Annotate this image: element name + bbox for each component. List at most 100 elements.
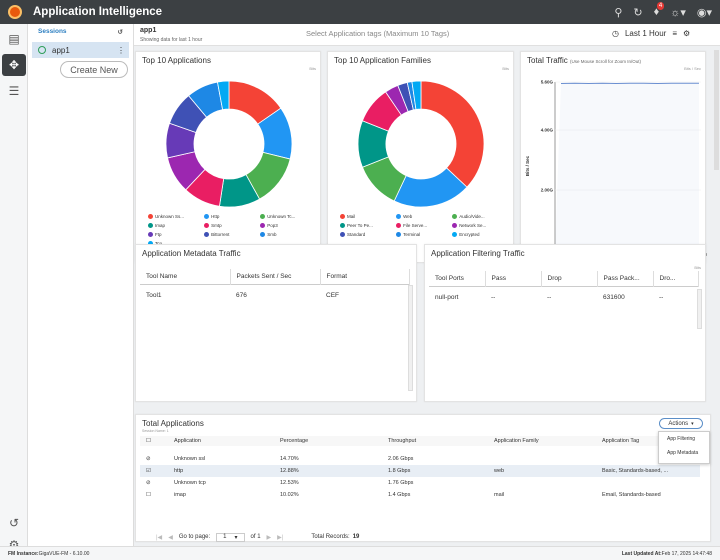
legend-item[interactable]: Unknown Tc... <box>260 212 316 221</box>
filtering-scrollbar[interactable] <box>697 289 702 329</box>
create-new-button[interactable]: Create New <box>60 61 128 78</box>
table-row[interactable]: ⊘ Unknown tcp 12.53% 1.76 Gbps <box>140 477 700 489</box>
sessions-header: Sessions <box>38 28 67 35</box>
history-session-icon[interactable]: ↺ <box>118 28 123 36</box>
legend-item[interactable]: Mail <box>340 212 396 221</box>
y-tick-label: 5.60G <box>541 80 554 85</box>
actions-label: Actions <box>668 420 689 427</box>
top-families-title: Top 10 Application Families <box>334 56 431 65</box>
top-apps-donut[interactable] <box>136 72 322 212</box>
actions-button[interactable]: Actions ▾ <box>659 418 703 429</box>
table-row[interactable]: ☐ imap 10.02% 1.4 Gbps mail Email, Stand… <box>140 489 700 501</box>
page-scrollbar[interactable] <box>714 50 719 170</box>
total-traffic-heading: Total Traffic (Use Mouse Scroll for Zoom… <box>527 56 641 65</box>
row-checkbox[interactable]: ☑ <box>140 465 168 477</box>
legend-item[interactable]: Bittorrent <box>204 230 260 239</box>
legend-item[interactable]: Terminal <box>396 230 452 239</box>
goto-label: Go to page: <box>178 534 211 540</box>
col-packets[interactable]: Packets Sent / Sec <box>230 269 321 285</box>
legend-label: Encrypted <box>459 232 480 237</box>
legend-item[interactable]: Network Se... <box>452 221 508 230</box>
last-page-button[interactable]: ▶| <box>277 534 283 541</box>
row-check-icon[interactable]: ⊘ <box>140 477 168 489</box>
gear-icon[interactable]: ⚙ <box>683 29 690 38</box>
legend-item[interactable]: Audio/Vide... <box>452 212 508 221</box>
top-families-panel: Top 10 Application Families Bits Mail Web… <box>327 51 514 263</box>
col-drop-packets[interactable]: Dro... <box>653 271 699 287</box>
legend-item[interactable]: Smb <box>260 230 316 239</box>
col-pass[interactable]: Pass <box>485 271 542 287</box>
cell-packets: 676 <box>236 292 247 299</box>
legend-item[interactable]: Standard <box>340 230 396 239</box>
col-tool-ports[interactable]: Tool Ports <box>429 271 486 287</box>
metadata-scrollbar[interactable] <box>408 285 413 391</box>
row-check-icon[interactable]: ⊘ <box>140 453 168 465</box>
col-percentage[interactable]: Percentage <box>274 436 382 446</box>
legend-label: Peer To Pe... <box>347 223 373 228</box>
page-value: 1 <box>223 533 227 540</box>
top-families-donut[interactable] <box>328 72 515 212</box>
legend-dot <box>204 232 210 237</box>
user-icon[interactable]: ◉▾ <box>697 6 712 19</box>
prev-page-button[interactable]: ◀ <box>168 534 173 541</box>
metadata-traffic-title: Application Metadata Traffic <box>142 249 241 258</box>
session-item-app1[interactable]: app1 ⋮ <box>32 42 129 58</box>
kebab-menu-icon[interactable]: ⋮ <box>117 46 125 55</box>
col-family[interactable]: Application Family <box>488 436 596 446</box>
row-checkbox[interactable]: ☐ <box>140 489 168 501</box>
legend-item[interactable]: Imap <box>148 221 204 230</box>
legend-item[interactable]: Smtp <box>204 221 260 230</box>
history-icon[interactable]: ↺ <box>2 512 26 534</box>
time-range-select[interactable]: Last 1 Hour <box>625 29 666 38</box>
legend-item[interactable]: Peer To Pe... <box>340 221 396 230</box>
list-icon[interactable]: ☰ <box>2 80 26 102</box>
cell-tool: Tool1 <box>146 292 162 299</box>
legend-item[interactable]: Http <box>204 212 260 221</box>
total-traffic-chart[interactable]: 0.002.00G4.00G5.60G02/17/25 14:2002/17/2… <box>521 72 707 265</box>
cell-thr: 1.8 Gbps <box>382 465 488 477</box>
select-all-checkbox[interactable]: ☐ <box>140 436 168 446</box>
filter-icon[interactable]: ≡ <box>672 29 677 38</box>
next-page-button[interactable]: ▶ <box>267 534 272 541</box>
dashboard-icon[interactable]: ▤ <box>2 28 26 50</box>
legend-dot <box>148 214 153 219</box>
col-throughput[interactable]: Throughput <box>382 436 488 446</box>
legend-dot <box>340 223 345 228</box>
col-pass-packets[interactable]: Pass Pack... <box>597 271 654 287</box>
legend-label: Unknown Tc... <box>267 214 296 219</box>
first-page-button[interactable]: |◀ <box>156 534 162 541</box>
legend-item[interactable]: Encrypted <box>452 230 508 239</box>
legend-item[interactable]: Web <box>396 212 452 221</box>
legend-label: Standard <box>347 232 366 237</box>
legend-item[interactable]: Unknown Ss... <box>148 212 204 221</box>
refresh-icon[interactable]: ↻ <box>633 6 642 19</box>
legend-label: Mail <box>347 214 356 219</box>
donut-slice-0[interactable] <box>420 80 485 188</box>
col-drop[interactable]: Drop <box>541 271 598 287</box>
legend-item[interactable]: Ftp <box>148 230 204 239</box>
table-row[interactable]: null-port -- -- 631600 -- <box>429 286 699 306</box>
theme-icon[interactable]: ☼▾ <box>670 6 686 19</box>
legend-dot <box>452 232 458 237</box>
page-select[interactable]: 1 ▾ <box>216 532 245 542</box>
legend-label: Unknown Ss... <box>155 214 185 219</box>
col-tool-name[interactable]: Tool Name <box>140 269 231 285</box>
cell-tag: Email, Standards-based <box>602 492 661 498</box>
app-intelligence-icon[interactable]: ✥ <box>2 54 26 76</box>
tags-select[interactable]: Select Application tags (Maximum 10 Tags… <box>306 29 449 38</box>
table-row[interactable]: Tool1 676 CEF <box>140 284 410 304</box>
menu-item-app-filtering[interactable]: App Filtering <box>659 432 709 446</box>
col-format[interactable]: Format <box>320 269 410 285</box>
bell-icon[interactable]: ♦ 4 <box>654 2 665 18</box>
top-apps-panel: Top 10 Applications Bits Unknown Ss... Ht… <box>135 51 321 263</box>
legend-item[interactable]: File Serve... <box>396 221 452 230</box>
check-circle-icon <box>38 46 46 54</box>
menu-item-app-metadata[interactable]: App Metadata <box>659 446 709 460</box>
app-subtitle: Showing data for last 1 hour <box>140 37 203 43</box>
search-icon[interactable]: ⚲ <box>614 6 622 19</box>
table-row[interactable]: ⊘ Unknown ssl 14.70% 2.06 Gbps <box>140 453 700 465</box>
legend-item[interactable]: Pop3 <box>260 221 316 230</box>
legend-dot <box>452 214 458 219</box>
table-row[interactable]: ☑ http 12.88% 1.8 Gbps web Basic, Standa… <box>140 465 700 477</box>
col-application[interactable]: Application <box>168 436 274 446</box>
